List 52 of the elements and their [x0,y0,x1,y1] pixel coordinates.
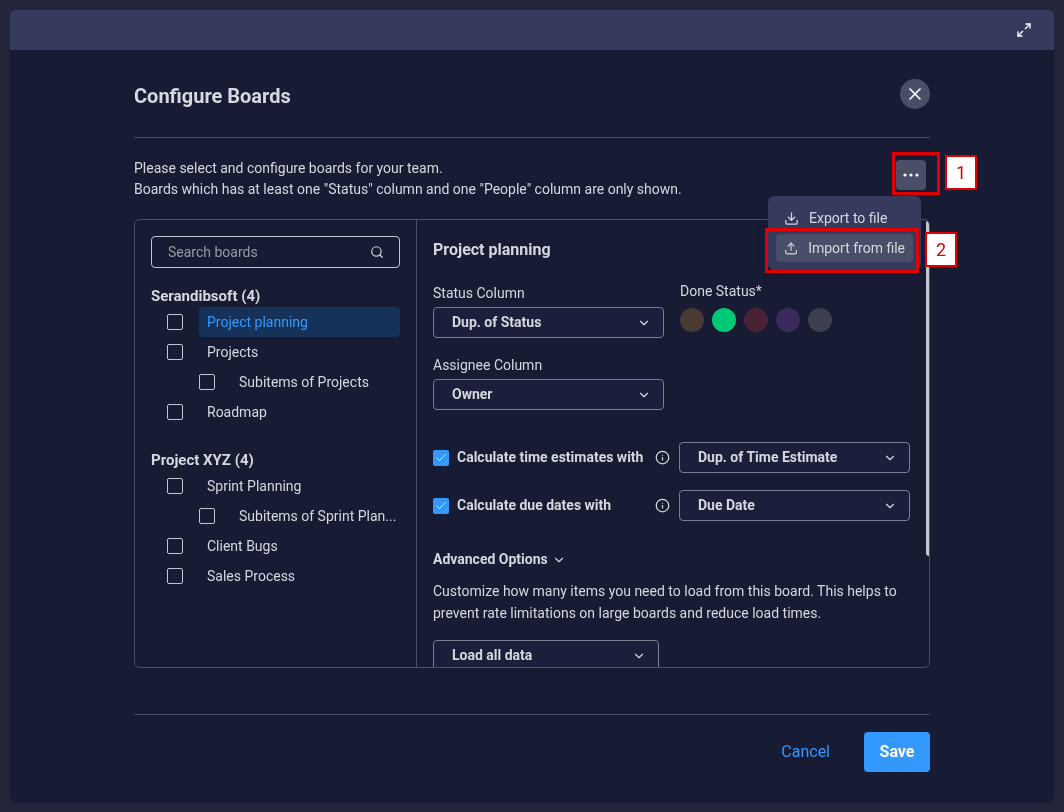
dropdown-select[interactable]: Owner [433,379,664,410]
menu-item[interactable]: Export to file [776,204,913,232]
search-icon [370,245,384,259]
more-icon [903,173,919,177]
checkbox[interactable] [199,374,215,390]
checkbox[interactable] [167,568,183,584]
description-text: Please select and configure boards for your team. [134,159,444,177]
group-title: Project XYZ (4) [151,450,255,471]
cancel-link[interactable]: Cancel [777,732,834,772]
board-item[interactable]: Project planning [199,307,400,337]
dropdown-select[interactable]: Load all data [433,640,659,667]
checkbox[interactable] [167,344,183,360]
dropdown-select[interactable]: Dup. of Time Estimate [679,442,910,473]
info-icon [655,450,670,465]
field-label: Assignee Column [433,356,544,375]
info-icon [655,498,670,513]
callout-number: 2 [925,232,957,267]
dialog-title: Configure Boards [134,82,291,110]
board-item[interactable]: Subitems of Projects [231,367,400,397]
expand-icon[interactable] [1016,22,1032,38]
checkbox[interactable] [433,449,449,466]
board-title: Project planning [433,239,551,258]
description-text: Boards which has at least one "Status" column and one "People" column are only shown. [134,180,682,198]
more-button[interactable] [896,160,926,190]
board-item[interactable]: Sprint Planning [199,471,400,501]
board-item[interactable]: Projects [199,337,400,367]
dropdown-select[interactable]: Due Date [679,490,910,521]
board-item[interactable]: Roadmap [199,397,400,427]
board-item[interactable]: Client Bugs [199,531,400,561]
upload-icon [784,240,799,256]
search-field[interactable]: Search boards [151,236,400,268]
download-icon [784,210,799,226]
field-label: Status Column [433,284,526,303]
board-item[interactable]: Subitems of Sprint Plan... [231,501,400,531]
checkbox[interactable] [433,497,449,514]
checkbox[interactable] [167,478,183,494]
group-title: Serandibsoft (4) [151,286,262,307]
advanced-description: Customize how many items you need to load from this board. This helps to prevent rate limitations on large boards and reduce load times. [433,582,898,623]
checkbox[interactable] [167,538,183,554]
dropdown-select[interactable]: Dup. of Status [433,307,664,338]
highlight-frame [892,152,940,195]
checkbox[interactable] [167,314,183,330]
board-item[interactable]: Sales Process [199,561,400,591]
callout-number: 1 [945,155,977,190]
menu-item[interactable]: Import from file [776,234,913,262]
checkbox[interactable] [199,508,215,524]
close-button[interactable] [900,78,930,109]
checkbox[interactable] [167,404,183,420]
option-label: Calculate due dates with [457,496,613,515]
option-label: Calculate time estimates with [457,448,645,467]
advanced-options-toggle[interactable]: Advanced Options [433,549,566,570]
field-label: Done Status* [680,282,763,301]
